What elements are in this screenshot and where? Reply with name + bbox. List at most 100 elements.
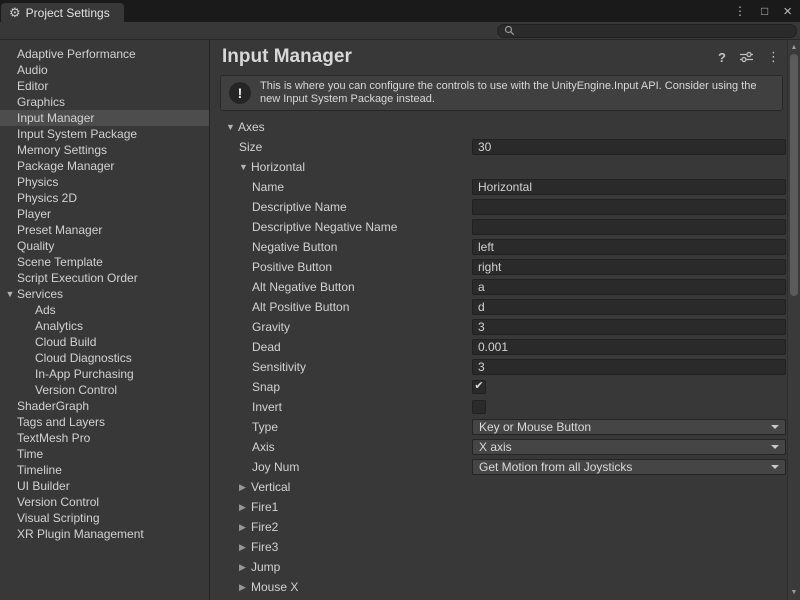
sidebar-item-in-app-purchasing[interactable]: In-App Purchasing [0,366,209,382]
window-titlebar: ⚙ Project Settings ⋮ □ × [0,0,800,22]
sidebar-item-quality[interactable]: Quality [0,238,209,254]
sidebar-item-time[interactable]: Time [0,446,209,462]
foldout-closed-icon[interactable]: ▶ [239,522,251,533]
foldout-closed-icon[interactable]: ▶ [239,562,251,573]
foldout-vertical[interactable]: ▶Vertical [210,480,787,494]
sidebar-item-package-manager[interactable]: Package Manager [0,158,209,174]
help-icon[interactable]: ? [718,50,726,65]
row-axis: AxisX axis [210,437,787,457]
sidebar-item-audio[interactable]: Audio [0,62,209,78]
sidebar-item-adaptive-performance[interactable]: Adaptive Performance [0,46,209,62]
input-name[interactable] [472,179,786,195]
sidebar-item-scene-template[interactable]: Scene Template [0,254,209,270]
main-scrollbar[interactable]: ▲ ▼ [787,40,800,600]
sidebar-item-script-execution-order[interactable]: Script Execution Order [0,270,209,286]
sidebar-item-preset-manager[interactable]: Preset Manager [0,222,209,238]
more-menu-icon[interactable]: ⋮ [767,49,780,65]
foldout-closed-icon[interactable]: ▶ [239,542,251,553]
sidebar-item-services[interactable]: ▼Services [0,286,209,302]
search-input[interactable] [519,25,790,37]
sidebar-item-cloud-build[interactable]: Cloud Build [0,334,209,350]
field-name [472,179,786,195]
sidebar-item-textmesh-pro[interactable]: TextMesh Pro [0,430,209,446]
foldout-fire2[interactable]: ▶Fire2 [210,520,787,534]
page-title: Input Manager [222,46,718,68]
sidebar-item-xr-plugin-management[interactable]: XR Plugin Management [0,526,209,542]
sidebar-item-timeline[interactable]: Timeline [0,462,209,478]
sidebar-item-label: Memory Settings [17,143,107,157]
sidebar-item-physics[interactable]: Physics [0,174,209,190]
sidebar-item-input-system-package[interactable]: Input System Package [0,126,209,142]
scroll-down-icon[interactable]: ▼ [788,586,800,599]
sidebar-item-cloud-diagnostics[interactable]: Cloud Diagnostics [0,350,209,366]
input-sensitivity[interactable] [472,359,786,375]
foldout-closed-icon[interactable]: ▶ [239,582,251,593]
foldout-axes[interactable]: ▼Axes [210,120,787,134]
sidebar-item-player[interactable]: Player [0,206,209,222]
checkbox-invert[interactable] [472,400,486,414]
sidebar-item-shadergraph[interactable]: ShaderGraph [0,398,209,414]
sidebar-item-version-control[interactable]: Version Control [0,382,209,398]
foldout-closed-icon[interactable]: ▶ [239,502,251,513]
input-descriptive-name[interactable] [472,199,786,215]
row-alt-negative-button: Alt Negative Button [210,277,787,297]
input-alt-negative-button[interactable] [472,279,786,295]
sidebar-item-label: Package Manager [17,159,114,173]
sidebar-item-label: Cloud Build [35,335,96,349]
field-alt-negative-button [472,279,786,295]
sidebar-item-label: Audio [17,63,48,77]
field-positive-button [472,259,786,275]
row-descriptive-negative-name: Descriptive Negative Name [210,217,787,237]
foldout-fire3[interactable]: ▶Fire3 [210,540,787,554]
tab-project-settings[interactable]: ⚙ Project Settings [1,3,124,22]
field-type: Key or Mouse Button [472,419,786,435]
field-invert [472,400,786,414]
close-icon[interactable]: × [783,3,792,20]
search-box[interactable] [497,24,797,38]
sidebar-item-memory-settings[interactable]: Memory Settings [0,142,209,158]
sidebar-item-graphics[interactable]: Graphics [0,94,209,110]
label-gravity: Gravity [210,320,472,334]
maximize-icon[interactable]: □ [761,4,768,18]
input-alt-positive-button[interactable] [472,299,786,315]
dropdown-axis[interactable]: X axis [472,439,786,455]
input-size[interactable] [472,139,786,155]
foldout-fire1[interactable]: ▶Fire1 [210,500,787,514]
main-panel: Input Manager ? ⋮ ! This is where you ca… [210,40,800,600]
sidebar-item-ui-builder[interactable]: UI Builder [0,478,209,494]
window-menu-icon[interactable]: ⋮ [734,4,746,18]
foldout-open-icon[interactable]: ▼ [239,162,251,172]
foldout-open-icon[interactable]: ▼ [4,286,16,302]
foldout-jump[interactable]: ▶Jump [210,560,787,574]
sidebar-item-ads[interactable]: Ads [0,302,209,318]
foldout-mouse-x[interactable]: ▶Mouse X [210,580,787,594]
label-alt-positive-button: Alt Positive Button [210,300,472,314]
input-dead[interactable] [472,339,786,355]
sidebar-item-label: Version Control [35,383,117,397]
sidebar-item-version-control[interactable]: Version Control [0,494,209,510]
dropdown-type[interactable]: Key or Mouse Button [472,419,786,435]
foldout-open-icon[interactable]: ▼ [226,122,238,132]
field-axis: X axis [472,439,786,455]
input-gravity[interactable] [472,319,786,335]
foldout-horizontal[interactable]: ▼Horizontal [210,160,787,174]
input-negative-button[interactable] [472,239,786,255]
sidebar-item-analytics[interactable]: Analytics [0,318,209,334]
foldout-closed-icon[interactable]: ▶ [239,482,251,493]
info-icon: ! [229,82,251,104]
input-positive-button[interactable] [472,259,786,275]
sidebar-item-tags-and-layers[interactable]: Tags and Layers [0,414,209,430]
scrollbar-thumb[interactable] [790,54,798,296]
scroll-up-icon[interactable]: ▲ [788,41,800,54]
sidebar-item-visual-scripting[interactable]: Visual Scripting [0,510,209,526]
checkbox-snap[interactable]: ✔ [472,380,486,394]
dropdown-joy-num[interactable]: Get Motion from all Joysticks [472,459,786,475]
sidebar-item-editor[interactable]: Editor [0,78,209,94]
presets-icon[interactable] [739,51,754,63]
sidebar-item-input-manager[interactable]: Input Manager [0,110,209,126]
sidebar-item-label: Physics 2D [17,191,77,205]
sidebar-item-physics-2d[interactable]: Physics 2D [0,190,209,206]
row-label-text: Size [239,140,262,154]
input-descriptive-negative-name[interactable] [472,219,786,235]
sidebar-item-label: Ads [35,303,56,317]
